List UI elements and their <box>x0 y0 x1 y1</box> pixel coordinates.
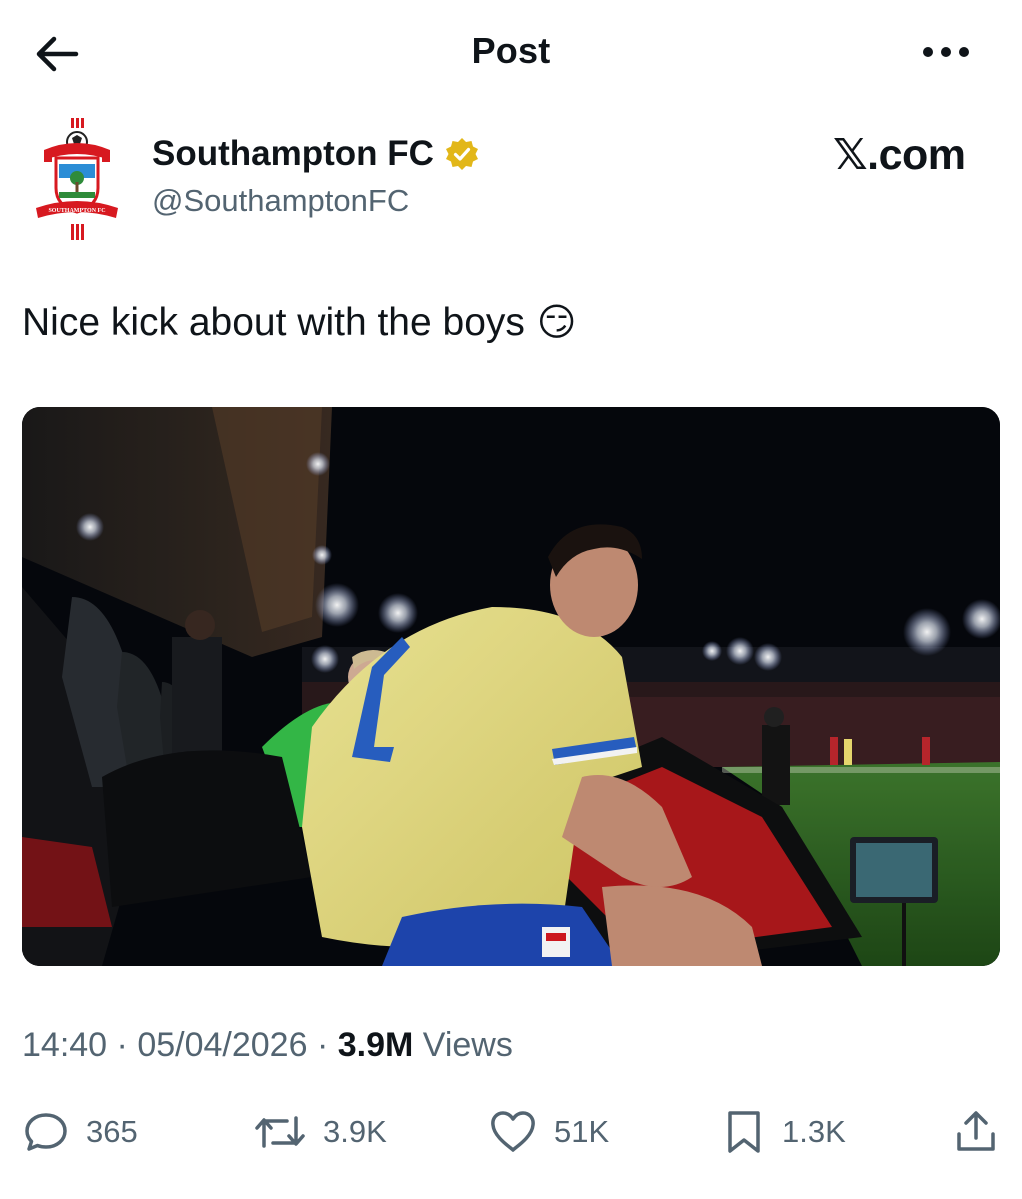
meta-separator: · <box>316 1026 329 1064</box>
views-count: 3.9M <box>337 1026 414 1064</box>
share-icon <box>957 1111 995 1151</box>
gold-verified-badge-icon <box>445 138 478 170</box>
post-date: 05/04/2026 <box>137 1026 308 1064</box>
like-count: 51K <box>554 1114 610 1149</box>
post-time: 14:40 <box>22 1026 108 1064</box>
reply-icon <box>25 1113 67 1151</box>
meta-separator: · <box>116 1026 128 1064</box>
bookmark-count: 1.3K <box>782 1114 846 1149</box>
bookmark-button[interactable]: 1.3K <box>722 1102 846 1162</box>
post-text: Nice kick about with the boys 😏 <box>22 300 577 345</box>
stadium-photo <box>22 407 1000 966</box>
repost-button[interactable]: 3.9K <box>253 1102 387 1162</box>
svg-text:SOUTHAMPTON FC: SOUTHAMPTON FC <box>48 208 105 214</box>
more-horizontal-icon <box>923 47 969 57</box>
post-text-body: Nice kick about with the boys <box>22 300 525 344</box>
reply-count: 365 <box>86 1114 138 1149</box>
avatar[interactable]: SOUTHAMPTON FC <box>30 116 126 244</box>
more-button[interactable] <box>918 34 974 70</box>
author-name-text: Southampton FC <box>152 134 434 173</box>
share-button[interactable] <box>952 1102 1000 1162</box>
reply-button[interactable]: 365 <box>22 1102 138 1162</box>
bookmark-icon <box>728 1111 760 1153</box>
club-crest-icon: SOUTHAMPTON FC <box>36 118 118 240</box>
repost-count: 3.9K <box>323 1114 387 1149</box>
smirk-emoji: 😏 <box>536 302 577 344</box>
x-com-watermark: 𝕏.com <box>833 131 966 179</box>
author-name[interactable]: Southampton FC <box>152 134 480 174</box>
views-label: Views <box>422 1026 513 1064</box>
repost-icon <box>255 1116 305 1148</box>
post-image[interactable] <box>22 407 1000 966</box>
heart-icon <box>491 1111 535 1152</box>
post-meta: 14:40 · 05/04/2026 · 3.9M Views <box>22 1026 513 1065</box>
like-button[interactable]: 51K <box>488 1102 609 1162</box>
page-title: Post <box>471 30 551 71</box>
author-handle[interactable]: @SouthamptonFC <box>152 183 409 219</box>
